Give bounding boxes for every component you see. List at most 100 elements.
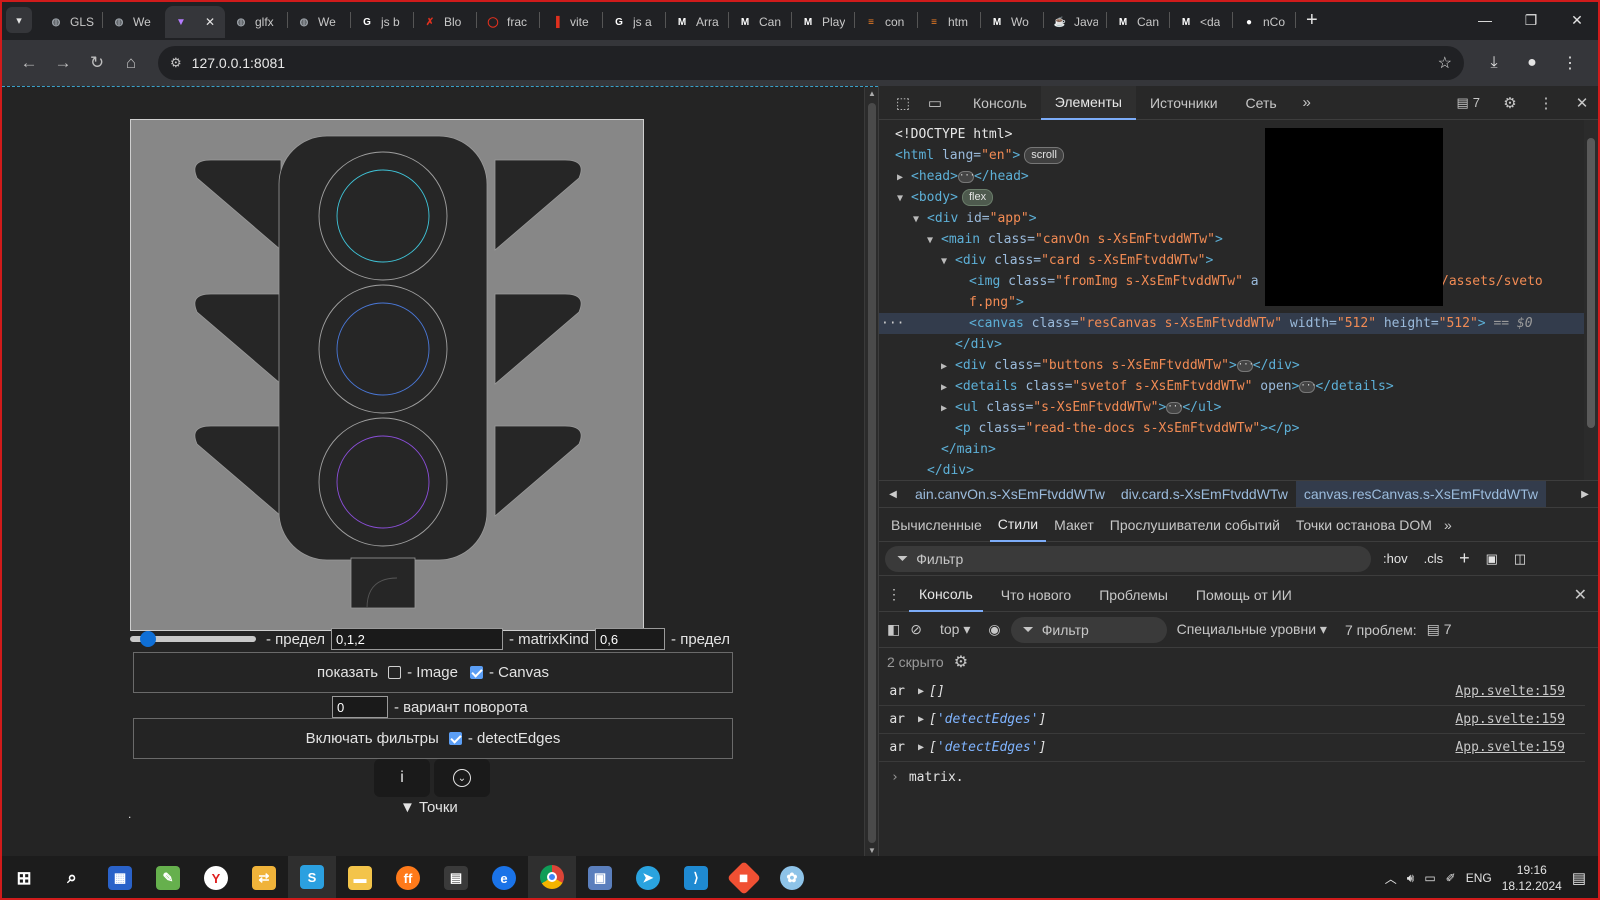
log-source-link[interactable]: App.svelte:159: [1455, 740, 1565, 755]
browser-tab[interactable]: ● nCo: [1233, 6, 1295, 38]
reload-icon[interactable]: ↻: [80, 46, 114, 80]
log-source-link[interactable]: App.svelte:159: [1455, 712, 1565, 727]
language-indicator[interactable]: ENG: [1466, 871, 1492, 885]
dom-line[interactable]: <!DOCTYPE html>: [879, 124, 1585, 145]
browser-tab[interactable]: ◍ We: [103, 6, 165, 38]
more-tabs-icon[interactable]: »: [1291, 86, 1323, 120]
dom-line[interactable]: <img class="fromImg s-XsEmFtvddWTw" a/as…: [879, 271, 1585, 292]
volume-icon[interactable]: 🔊︎: [1407, 871, 1415, 886]
devtools-menu-icon[interactable]: ⋮: [1530, 86, 1562, 120]
limit-slider[interactable]: [130, 631, 256, 647]
dom-line[interactable]: ▶ <details class="svetof s-XsEmFtvddWTw" …: [879, 376, 1585, 397]
styles-subtab[interactable]: Макет: [1046, 508, 1102, 542]
dom-line[interactable]: </div>: [879, 334, 1585, 355]
notifications-icon[interactable]: ▤: [1572, 869, 1586, 887]
styles-subtab[interactable]: Прослушиватели событий: [1102, 508, 1288, 542]
crumb-left-icon[interactable]: ◀: [879, 489, 907, 500]
rotate-input[interactable]: [332, 696, 388, 718]
git-icon[interactable]: ◆: [720, 856, 768, 900]
remote-desktop-icon[interactable]: ▣: [576, 856, 624, 900]
browser-tab[interactable]: M Arra: [666, 6, 728, 38]
yandex-browser-icon[interactable]: Y: [192, 856, 240, 900]
browser-tab[interactable]: ☕ Java: [1044, 6, 1106, 38]
pen-icon[interactable]: ✐: [1446, 871, 1456, 885]
browser-tab[interactable]: ✗ Blo: [414, 6, 476, 38]
scroll-up-icon[interactable]: ▲: [868, 89, 876, 98]
console-log-row[interactable]: ar ▶['detectEdges'] App.svelte:159: [879, 706, 1585, 734]
drawer-tab[interactable]: Проблемы: [1089, 578, 1178, 612]
elements-scroll-thumb[interactable]: [1587, 138, 1595, 428]
download-icon[interactable]: ⤓: [1478, 47, 1510, 79]
live-expression-eye-icon[interactable]: ◉: [988, 621, 1000, 638]
site-info-icon[interactable]: ⚙: [170, 55, 182, 71]
more-subtabs-icon[interactable]: »: [1444, 517, 1452, 533]
console-sidebar-icon[interactable]: ◧: [887, 621, 900, 638]
task-view-icon[interactable]: ▦: [96, 856, 144, 900]
issues-label[interactable]: 7 проблем:: [1345, 622, 1417, 638]
page-scroll-thumb[interactable]: [868, 103, 876, 843]
browser-tab[interactable]: M Can: [1107, 6, 1169, 38]
scroll-down-icon[interactable]: ▼: [868, 846, 876, 855]
browser-tab[interactable]: M Play: [792, 6, 854, 38]
browser-tab[interactable]: M Wo: [981, 6, 1043, 38]
start-button[interactable]: ⊞: [0, 856, 48, 900]
console-log-row[interactable]: ar ▶[] App.svelte:159: [879, 678, 1585, 706]
add-rule-icon[interactable]: +: [1455, 548, 1474, 569]
dom-line-selected[interactable]: ··· <canvas class="resCanvas s-XsEmFtvddW…: [879, 313, 1585, 334]
devtools-tab[interactable]: Консоль: [959, 86, 1041, 120]
hov-button[interactable]: :hov: [1379, 551, 1412, 566]
notepad-icon[interactable]: ✎: [144, 856, 192, 900]
filter-list-input[interactable]: [331, 628, 503, 650]
archive-app-icon[interactable]: ▤: [432, 856, 480, 900]
device-toolbar-icon[interactable]: ▭: [919, 86, 951, 120]
devtools-tab[interactable]: Сеть: [1232, 86, 1291, 120]
url-text[interactable]: 127.0.0.1:8081: [192, 55, 1428, 71]
browser-tab[interactable]: ◍ GLS: [40, 6, 102, 38]
breadcrumb-item[interactable]: div.card.s-XsEmFtvddWTw: [1113, 481, 1296, 507]
crumb-right-icon[interactable]: ▶: [1571, 489, 1599, 500]
paint-icon[interactable]: ▣: [1482, 551, 1502, 567]
dom-line[interactable]: <p class="read-the-docs s-XsEmFtvddWTw">…: [879, 418, 1585, 439]
dom-line[interactable]: f.png">: [879, 292, 1585, 313]
dom-line[interactable]: ▼ <main class="canvOn s-XsEmFtvddWTw">: [879, 229, 1585, 250]
matrix-input[interactable]: [595, 628, 666, 650]
clock[interactable]: 19:16 18.12.2024: [1502, 862, 1562, 894]
detect-edges-checkbox[interactable]: [448, 732, 462, 745]
profile-icon[interactable]: ●: [1516, 47, 1548, 79]
expand-triangle-icon[interactable]: ▶: [913, 742, 929, 753]
browser-tab[interactable]: ◯ frac: [477, 6, 539, 38]
console-prompt[interactable]: › matrix.: [891, 770, 964, 785]
telegram-icon[interactable]: ➤: [624, 856, 672, 900]
dom-line[interactable]: </div>: [879, 460, 1585, 480]
vscode-icon[interactable]: ⟩: [672, 856, 720, 900]
drawer-tab[interactable]: Что нового: [991, 578, 1081, 612]
browser-tab[interactable]: ▐ vite: [540, 6, 602, 38]
address-bar[interactable]: ⚙ 127.0.0.1:8081 ☆: [158, 46, 1464, 80]
sidebar-toggle-icon[interactable]: ◫: [1510, 551, 1530, 567]
dom-line[interactable]: </main>: [879, 439, 1585, 460]
taskbar-search-icon[interactable]: ⌕: [48, 856, 96, 900]
close-drawer-icon[interactable]: ✕: [1574, 585, 1587, 605]
drawer-menu-icon[interactable]: ⋮: [879, 586, 909, 603]
styles-subtab[interactable]: Точки останова DOM: [1288, 508, 1440, 542]
forward-icon[interactable]: →: [46, 46, 80, 80]
expand-triangle-icon[interactable]: ▶: [913, 714, 929, 725]
tab-search-icon[interactable]: ▾: [6, 7, 32, 33]
dom-line[interactable]: <html lang="en"> scroll: [879, 145, 1585, 166]
edge-icon[interactable]: e: [480, 856, 528, 900]
devtools-tab[interactable]: Элементы: [1040, 85, 1136, 120]
styles-subtab[interactable]: Вычисленные: [883, 508, 990, 542]
settings-gear-icon[interactable]: ⚙: [1494, 86, 1526, 120]
chrome-menu-icon[interactable]: ⋮: [1554, 47, 1586, 79]
close-tab-icon[interactable]: ✕: [205, 15, 215, 29]
bookmark-star-icon[interactable]: ☆: [1438, 53, 1452, 73]
paint-app-icon[interactable]: ✿: [768, 856, 816, 900]
inspect-icon[interactable]: ⬚: [887, 86, 919, 120]
chrome-icon[interactable]: [528, 856, 576, 900]
file-explorer-icon[interactable]: ▬: [336, 856, 384, 900]
new-tab-button[interactable]: +: [1306, 9, 1318, 32]
console-filter-input[interactable]: ⏷ Фильтр: [1010, 616, 1167, 643]
close-window-icon[interactable]: ✕: [1554, 0, 1600, 40]
devtools-tab[interactable]: Источники: [1136, 86, 1232, 120]
browser-tab[interactable]: ◍ We: [288, 6, 350, 38]
